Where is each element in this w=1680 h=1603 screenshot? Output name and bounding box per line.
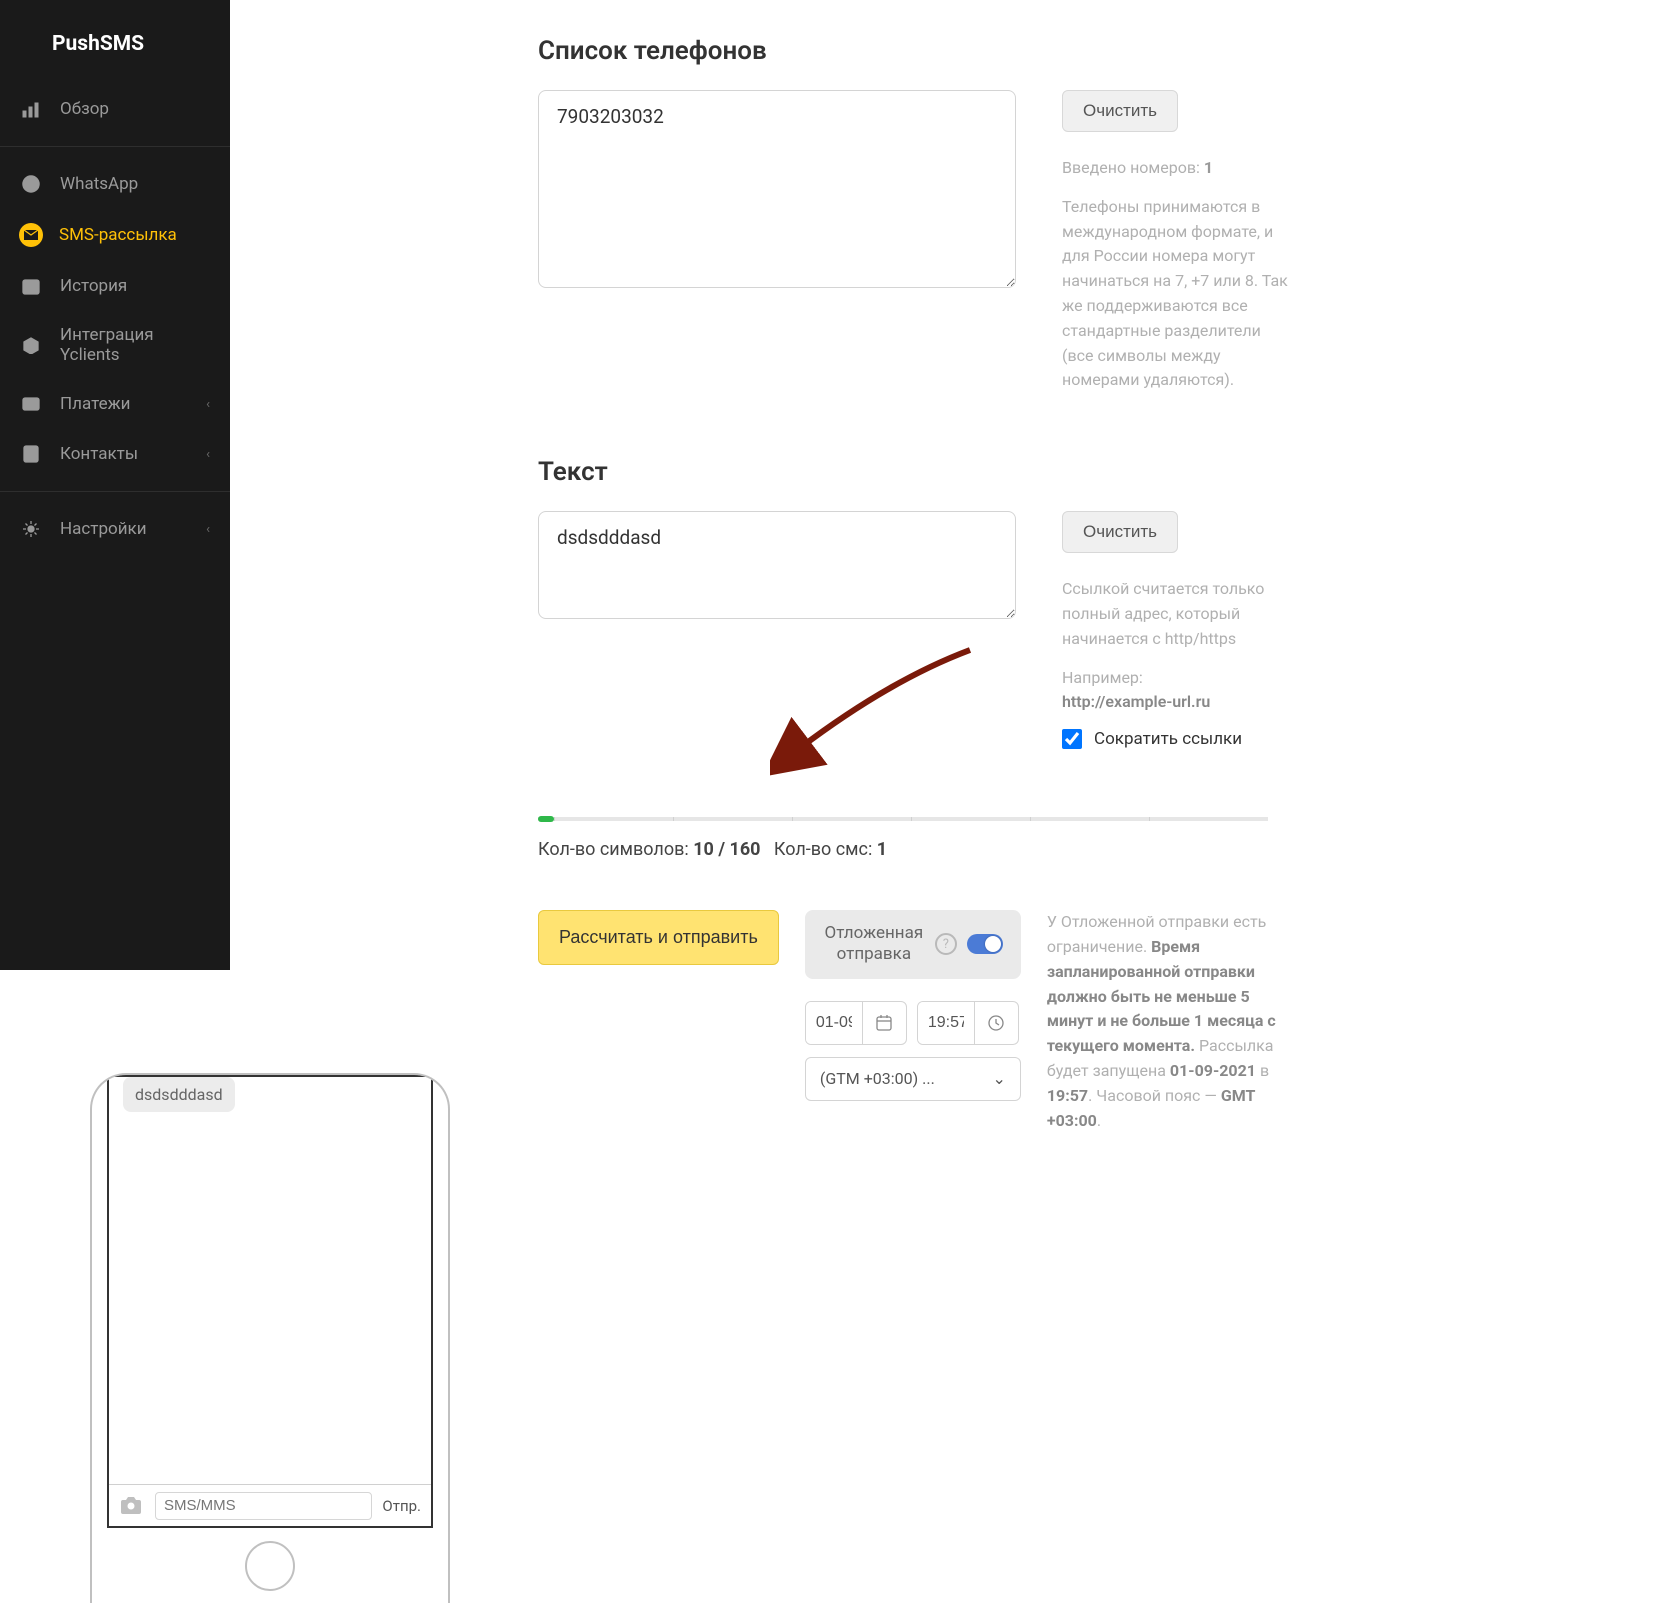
sms-preview-input <box>155 1492 372 1520</box>
chevron-down-icon: ⌄ <box>992 1069 1005 1088</box>
calculate-send-button[interactable]: Рассчитать и отправить <box>538 910 779 965</box>
nav-payments[interactable]: Платежи ‹ <box>0 379 230 429</box>
delayed-send-panel: Отложенная отправка ? <box>805 910 1021 979</box>
nav-overview[interactable]: Обзор <box>0 84 230 134</box>
wallet-icon <box>20 393 42 415</box>
time-input[interactable] <box>918 1002 974 1044</box>
nav-label: Интеграция Yclients <box>60 325 210 365</box>
phone-screen: dsdsdddasd Отпр. <box>107 1075 433 1528</box>
nav-label: История <box>60 276 127 296</box>
whatsapp-icon <box>20 173 42 195</box>
phones-textarea[interactable] <box>538 90 1016 288</box>
nav-yclients[interactable]: Интеграция Yclients <box>0 311 230 379</box>
chevron-left-icon: ‹ <box>206 522 210 537</box>
nav-label: Обзор <box>60 99 109 119</box>
camera-icon <box>119 1496 145 1516</box>
nav-divider <box>0 491 230 492</box>
phone-preview: dsdsdddasd Отпр. <box>90 1133 520 1603</box>
message-textarea[interactable] <box>538 511 1016 619</box>
app-logo: PushSMS <box>0 20 230 84</box>
clock-picker-icon[interactable] <box>974 1002 1018 1044</box>
char-progress-fill <box>538 816 554 822</box>
nav-sms[interactable]: SMS-рассылка <box>0 209 230 261</box>
chevron-left-icon: ‹ <box>206 397 210 412</box>
box-icon <box>20 334 42 356</box>
chevron-left-icon: ‹ <box>206 447 210 462</box>
mail-icon <box>19 223 43 247</box>
nav-history[interactable]: История <box>0 261 230 311</box>
sms-input-row: Отпр. <box>109 1484 431 1526</box>
phone-frame: dsdsdddasd Отпр. <box>90 1073 450 1603</box>
help-icon[interactable]: ? <box>935 933 957 955</box>
link-hint: Ссылкой считается только полный адрес, к… <box>1062 577 1290 651</box>
gear-icon <box>20 518 42 540</box>
main-form: Список телефонов Очистить Введено номеро… <box>460 0 1300 1133</box>
shorten-links-label: Сократить ссылки <box>1094 729 1242 749</box>
calendar-icon <box>20 275 42 297</box>
clear-text-button[interactable]: Очистить <box>1062 511 1178 553</box>
char-progress <box>538 817 1268 821</box>
phone-home-button <box>245 1541 295 1591</box>
nav-label: SMS-рассылка <box>59 225 177 245</box>
nav-contacts[interactable]: Контакты ‹ <box>0 429 230 479</box>
nav-label: WhatsApp <box>60 174 138 194</box>
phones-count: Введено номеров: 1 <box>1062 156 1290 181</box>
nav-settings[interactable]: Настройки ‹ <box>0 504 230 554</box>
phones-header: Список телефонов <box>538 36 1300 66</box>
preview-message-bubble: dsdsdddasd <box>123 1077 235 1112</box>
date-input[interactable] <box>806 1002 862 1044</box>
counters: Кол-во символов: 10 / 160 Кол-во смс: 1 <box>538 839 1300 860</box>
delayed-label: Отложенная отправка <box>823 923 925 966</box>
delayed-hint: У Отложенной отправки есть ограничение. … <box>1047 910 1277 1133</box>
sms-send-label: Отпр. <box>382 1497 421 1515</box>
sidebar: PushSMS Обзор WhatsApp SMS-рассылка Исто… <box>0 0 230 970</box>
nav-divider <box>0 146 230 147</box>
nav-whatsapp[interactable]: WhatsApp <box>0 159 230 209</box>
contacts-icon <box>20 443 42 465</box>
shorten-links-checkbox[interactable] <box>1062 729 1082 749</box>
phones-format-hint: Телефоны принимаются в международном фор… <box>1062 195 1290 393</box>
nav-label: Контакты <box>60 444 138 464</box>
nav-label: Настройки <box>60 519 147 539</box>
timezone-select[interactable]: (GTM +03:00) ... ⌄ <box>805 1057 1021 1101</box>
clear-phones-button[interactable]: Очистить <box>1062 90 1178 132</box>
text-header: Текст <box>538 457 1300 487</box>
nav-label: Платежи <box>60 394 130 414</box>
delayed-toggle[interactable] <box>967 934 1003 954</box>
calendar-picker-icon[interactable] <box>862 1002 906 1044</box>
link-example: Например:http://example-url.ru <box>1062 666 1290 716</box>
bar-chart-icon <box>20 98 42 120</box>
